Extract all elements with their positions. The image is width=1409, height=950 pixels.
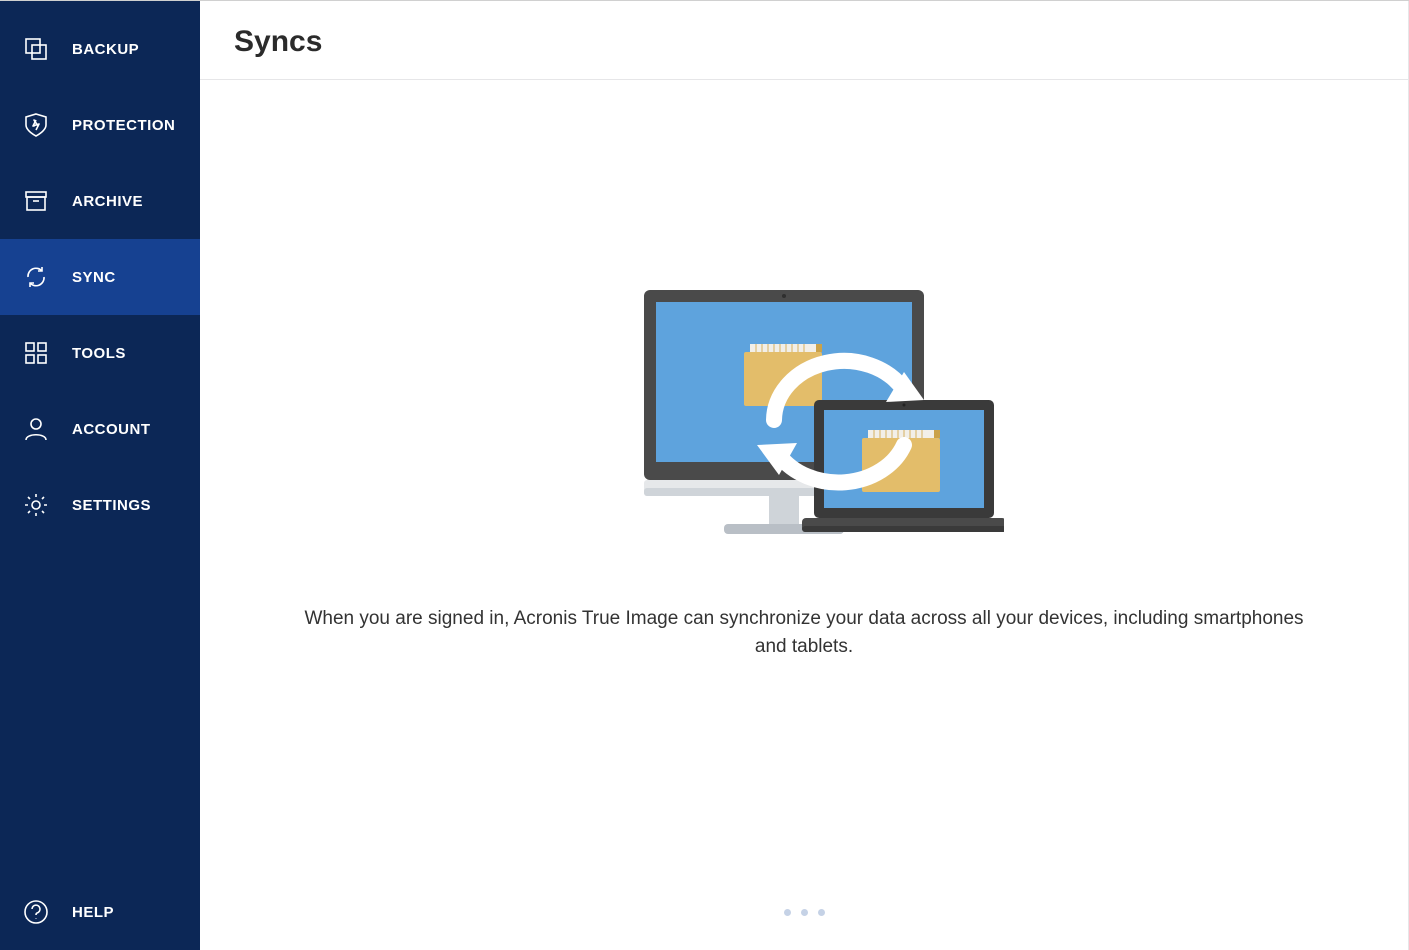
sidebar-item-tools[interactable]: TOOLS: [0, 315, 200, 391]
page-dot[interactable]: [801, 909, 808, 916]
sidebar-item-label: ARCHIVE: [72, 193, 143, 210]
sidebar-item-protection[interactable]: PROTECTION: [0, 87, 200, 163]
settings-icon: [22, 491, 50, 519]
sidebar-item-label: SETTINGS: [72, 497, 151, 514]
sidebar-item-label: BACKUP: [72, 41, 139, 58]
sync-description: When you are signed in, Acronis True Ima…: [304, 605, 1304, 660]
tools-icon: [22, 339, 50, 367]
content-area: When you are signed in, Acronis True Ima…: [200, 80, 1408, 950]
page-title: Syncs: [234, 25, 1374, 59]
sidebar-item-label: PROTECTION: [72, 117, 175, 134]
sidebar-item-backup[interactable]: BACKUP: [0, 11, 200, 87]
sidebar-item-archive[interactable]: ARCHIVE: [0, 163, 200, 239]
page-dot[interactable]: [818, 909, 825, 916]
archive-icon: [22, 187, 50, 215]
sidebar-item-sync[interactable]: SYNC: [0, 239, 200, 315]
protection-icon: [22, 111, 50, 139]
page-indicator: [200, 909, 1408, 916]
account-icon: [22, 415, 50, 443]
sidebar-item-help[interactable]: HELP: [0, 874, 200, 950]
sidebar-item-label: ACCOUNT: [72, 421, 151, 438]
main-pane: Syncs: [200, 1, 1409, 950]
sidebar: BACKUP PROTECTION ARCHIVE SYNC TOOLS: [0, 1, 200, 950]
page-dot[interactable]: [784, 909, 791, 916]
sidebar-item-settings[interactable]: SETTINGS: [0, 467, 200, 543]
sidebar-item-label: TOOLS: [72, 345, 126, 362]
sidebar-item-label: SYNC: [72, 269, 116, 286]
sidebar-item-label: HELP: [72, 904, 114, 921]
help-icon: [22, 898, 50, 926]
sidebar-item-account[interactable]: ACCOUNT: [0, 391, 200, 467]
sync-icon: [22, 263, 50, 291]
backup-icon: [22, 35, 50, 63]
page-header: Syncs: [200, 1, 1408, 80]
sync-devices-illustration: [604, 280, 1004, 555]
